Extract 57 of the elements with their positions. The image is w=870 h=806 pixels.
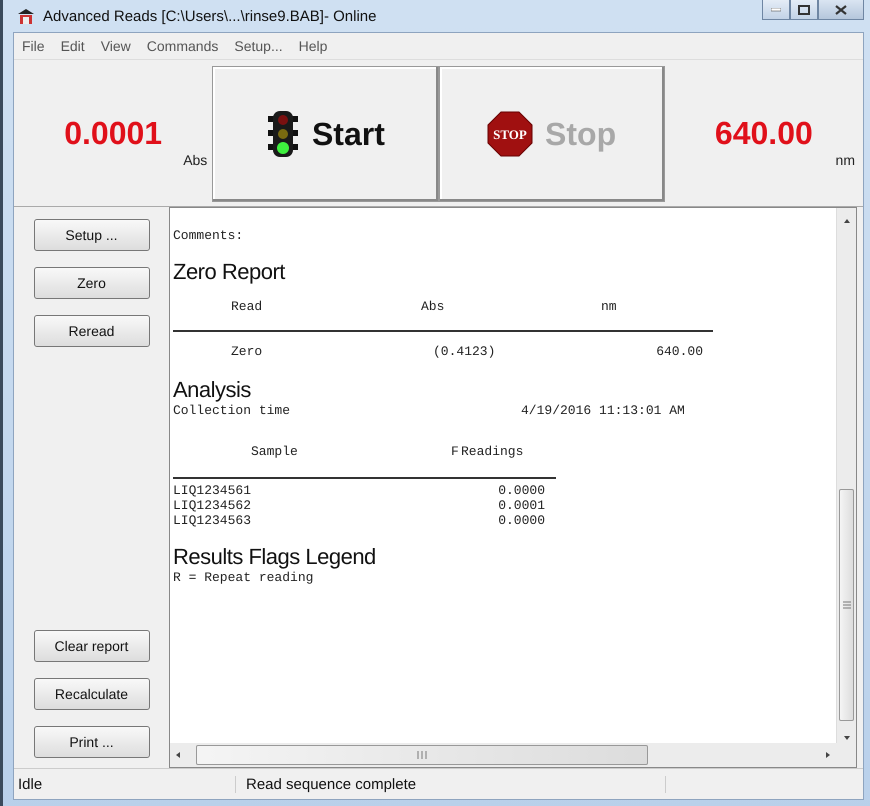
close-button[interactable]: [818, 0, 864, 20]
wavelength-value: 640.00: [714, 114, 813, 152]
column-header: Readings: [461, 444, 524, 459]
status-text: Read sequence complete: [236, 776, 666, 792]
scroll-thumb[interactable]: [839, 489, 854, 721]
reading-value: 0.0000: [497, 483, 545, 498]
comments-label: Comments:: [173, 228, 244, 243]
section-heading: Analysis: [173, 377, 252, 403]
collection-time-label: Collection time: [173, 403, 292, 418]
scroll-thumb[interactable]: [196, 745, 648, 765]
menu-item[interactable]: View: [92, 38, 139, 54]
sample-id: LIQ1234563: [173, 513, 252, 528]
reading-value: 0.0001: [497, 498, 545, 513]
side-button[interactable]: Clear report: [34, 630, 150, 662]
stop-sign-icon: STOP: [487, 111, 534, 157]
absorbance-value: 0.0001: [64, 114, 162, 152]
status-text: Idle: [14, 776, 236, 792]
reading-value: 0.0000: [497, 513, 545, 528]
side-button[interactable]: Recalculate: [34, 678, 150, 710]
side-button[interactable]: Print ...: [34, 726, 150, 758]
table-cell-text: Zero: [231, 344, 264, 359]
column-header: Sample: [251, 444, 299, 459]
sample-id: LIQ1234562: [173, 498, 252, 513]
scroll-right-arrow[interactable]: [824, 751, 832, 759]
table-cell-text: 640.00: [655, 344, 703, 359]
table-cell-text: (0.4123): [433, 344, 496, 359]
wavelength-unit: nm: [836, 152, 855, 168]
maximize-icon: [798, 4, 810, 14]
menu-item[interactable]: Edit: [52, 38, 93, 54]
section-heading: Zero Report: [173, 259, 286, 285]
absorbance-unit: Abs: [183, 152, 208, 168]
window-title: Advanced Reads [C:\Users\...\rinse9.BAB]- Online: [43, 8, 378, 24]
column-header: Read: [231, 299, 264, 314]
close-icon: [835, 4, 847, 14]
side-button[interactable]: Reread: [34, 315, 150, 347]
minimize-icon: [771, 8, 781, 12]
menu-item[interactable]: Commands: [138, 38, 226, 54]
legend-line: R = Repeat reading: [173, 570, 314, 585]
side-button[interactable]: Setup ...: [34, 219, 150, 251]
menu-item[interactable]: File: [14, 38, 53, 54]
minimize-button[interactable]: [762, 0, 790, 20]
scroll-down-arrow[interactable]: [842, 734, 850, 742]
app-icon: [17, 7, 35, 25]
column-header: nm: [601, 299, 618, 314]
column-header: Abs: [421, 299, 446, 314]
menu-item[interactable]: Help: [290, 38, 336, 54]
section-heading: Results Flags Legend: [173, 544, 377, 570]
sample-id: LIQ1234561: [173, 483, 252, 498]
menu-item[interactable]: Setup...: [226, 38, 291, 54]
scroll-left-arrow[interactable]: [174, 751, 182, 759]
traffic-light-icon: [266, 110, 300, 158]
start-button[interactable]: Start: [212, 66, 438, 202]
scroll-up-arrow[interactable]: [842, 217, 850, 225]
maximize-button[interactable]: [790, 0, 818, 20]
column-header: F: [451, 444, 460, 459]
side-button[interactable]: Zero: [34, 267, 150, 299]
collection-time-value: 4/19/2016 11:13:01 AM: [521, 403, 686, 418]
